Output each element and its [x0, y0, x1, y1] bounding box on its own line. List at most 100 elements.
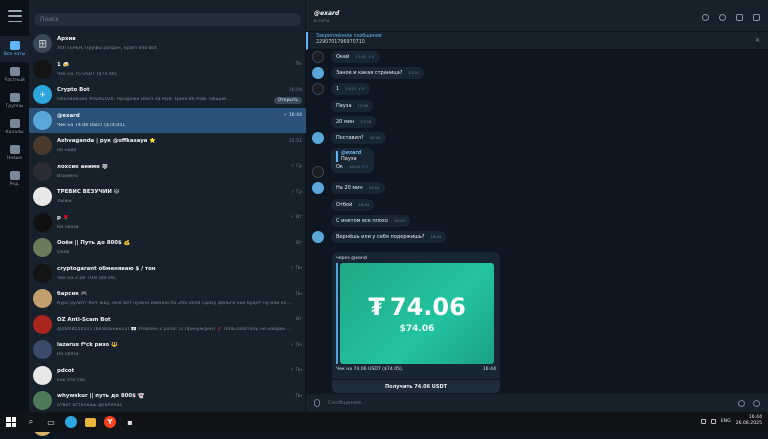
message-input[interactable] — [328, 400, 730, 406]
check-image: ₮ 74.06 $74.06 — [340, 263, 494, 364]
folder-groups[interactable]: Группы — [0, 88, 29, 114]
more-icon[interactable] — [753, 14, 760, 21]
message-time: 13:58 — [358, 103, 369, 108]
reply-quote[interactable]: @exardПауза — [336, 151, 369, 162]
message-time: 13:58 — [360, 119, 371, 124]
chat-list-item[interactable]: барсик 🎮ПнКурс рулит? Кот жду, мне вот н… — [29, 286, 306, 312]
close-icon[interactable]: ✕ — [755, 37, 760, 44]
message-bubble[interactable]: Поставил?16:04 — [331, 132, 386, 144]
avatar — [33, 111, 52, 130]
telegram-app-icon[interactable] — [65, 416, 77, 428]
avatar — [33, 366, 52, 385]
chat-preview: ЛОТТЕРЕЯ, Пруфы раздач, Spam Info Bot — [57, 46, 292, 51]
sender-avatar[interactable] — [312, 182, 324, 194]
message-time: 13:52 — [345, 86, 356, 91]
chat-list-item[interactable]: OZ Anti-Scam BotВт@zam8550111 (вязальник… — [29, 312, 306, 338]
sender-avatar[interactable] — [312, 51, 324, 63]
folder-private[interactable]: Частный — [0, 62, 29, 88]
windows-start-icon[interactable] — [6, 417, 16, 427]
chat-preview: Объявление #0292026. Продажа USDT за RUB… — [57, 97, 292, 102]
header-actions — [702, 14, 760, 21]
search-icon[interactable] — [702, 14, 709, 21]
sender-avatar[interactable] — [312, 231, 324, 243]
chat-time: ✓ Пн — [290, 266, 302, 271]
folder-channels[interactable]: Каналы — [0, 114, 29, 140]
attach-icon[interactable] — [314, 399, 320, 407]
network-icon[interactable] — [701, 419, 706, 424]
check-caption: Чек на 74.06 USDT ($74.05). — [336, 367, 403, 372]
chat-list-item[interactable]: 🗄АрхивЛОТТЕРЕЯ, Пруфы раздач, Spam Info … — [29, 31, 306, 57]
chat-name: lazarus f*ck ризо 🔱 — [57, 342, 118, 348]
chat-header[interactable]: @exard в сети — [306, 0, 768, 32]
person-icon — [10, 67, 20, 76]
check-caption-row: Чек на 74.06 USDT ($74.05). 16:44 — [336, 367, 496, 372]
message-bubble[interactable]: Окей13:45✓✓ — [331, 51, 380, 63]
search-input[interactable] — [40, 16, 301, 23]
claim-check-button[interactable]: Получить 74.06 USDT — [332, 379, 500, 393]
message-bubble[interactable]: Вернёшь или у себя подержишь?16:44 — [331, 231, 446, 243]
chat-list-item[interactable]: cryptogarant обменяваю $ / тон✓ ПнЧек на… — [29, 261, 306, 287]
chat-list-item[interactable]: ✈Crypto Bot16:04Объявление #0292026. Про… — [29, 82, 306, 108]
message-time: 16:44 — [430, 234, 441, 239]
emoji-icon[interactable] — [738, 400, 745, 407]
chat-preview: Чек на 75 USDT ($74.46). — [57, 72, 292, 77]
sender-avatar[interactable] — [312, 67, 324, 79]
sender-avatar[interactable] — [312, 166, 324, 178]
microphone-icon[interactable] — [753, 400, 760, 407]
volume-icon[interactable] — [711, 419, 716, 424]
chat-time: Вт — [296, 317, 302, 322]
chat-name: Архив — [57, 36, 76, 42]
message-bubble[interactable]: @exardПаузаОк16:04✓✓ — [331, 148, 374, 173]
chat-list-item[interactable]: pdcot✓ Пнкак это так — [29, 363, 306, 389]
avatar — [33, 264, 52, 283]
search-box[interactable] — [34, 13, 301, 26]
search-icon[interactable]: ⌕ — [25, 416, 37, 428]
pinned-label: Закреплённое сообщение — [316, 34, 760, 39]
chat-list-item[interactable]: Ооён || Путь до 800$ 💰ВтОкей — [29, 235, 306, 261]
chat-list-item[interactable]: 1 🍻ПнЧек на 75 USDT ($74.46). — [29, 57, 306, 83]
phone-icon[interactable] — [719, 14, 726, 21]
menu-icon[interactable] — [8, 10, 22, 22]
chat-list-item[interactable]: Ashvaganda | рук @offkasaya ⭐15:51не над… — [29, 133, 306, 159]
chat-list-item[interactable]: ТРЕВИС ВЕЗУЧИЙ 🐱✓ ГрЛыжи — [29, 184, 306, 210]
check-preview[interactable]: ₮ 74.06 $74.06 — [336, 263, 494, 364]
file-explorer-icon[interactable] — [85, 418, 96, 427]
via-bot-label[interactable]: через @send — [336, 256, 496, 261]
clock[interactable]: 16:44 26.08.2025 — [736, 415, 762, 427]
folder-all-chats[interactable]: Все чаты — [0, 36, 29, 62]
sidebar-toggle-icon[interactable] — [736, 14, 743, 21]
pinned-message-bar[interactable]: Закреплённое сообщение 2290701796970710 … — [306, 32, 768, 50]
check-amount: ₮ 74.06 — [368, 293, 466, 321]
folder-new[interactable]: Новые — [0, 140, 29, 166]
message-text: На 20 мин — [336, 185, 363, 191]
chat-name: cryptogarant обменяваю $ / тон — [57, 266, 156, 272]
chat-list-item[interactable]: @exard✓ 16:44Чек на 74.06 USDT ($74.05). — [29, 108, 306, 134]
yandex-browser-icon[interactable]: Y — [104, 416, 116, 428]
sender-avatar[interactable] — [312, 132, 324, 144]
windows-taskbar: ⌕ ▭ Y ▪ ENG 16:44 26.08.2025 — [0, 412, 768, 432]
language-indicator[interactable]: ENG — [721, 419, 731, 424]
message-bubble[interactable]: Отбой16:44 — [331, 199, 374, 211]
folder-edit[interactable]: Ред. — [0, 166, 29, 192]
chat-list-item[interactable]: лохсик аниме 🐺✓ ГрВзаимно — [29, 159, 306, 185]
message-bubble[interactable]: Пауза13:58 — [331, 100, 373, 112]
chat-status: в сети — [314, 19, 760, 24]
message-text: Заное и какая страница? — [336, 70, 402, 76]
message-bubble[interactable]: С инетом все плохо16:44 — [331, 215, 410, 227]
app-icon[interactable]: ▪ — [124, 416, 136, 428]
folder-rail: Все чаты Частный Группы Каналы Новые Ред… — [0, 0, 29, 412]
open-app-button[interactable]: Открыть — [274, 97, 302, 104]
message-text: С инетом все плохо — [336, 218, 388, 224]
chat-list-item[interactable]: lazarus f*ck ризо 🔱✓ ПнНа связи — [29, 337, 306, 363]
task-view-icon[interactable]: ▭ — [45, 416, 57, 428]
chat-title: @exard — [314, 10, 760, 17]
chat-list-item[interactable]: р 🌹✓ ВтНа связи — [29, 210, 306, 236]
sender-avatar[interactable] — [312, 83, 324, 95]
chat-list-item[interactable]: whywskur || путь до 800$ 👻Пнответ остане… — [29, 388, 306, 414]
message-bubble[interactable]: Заное и какая страница?13:51 — [331, 67, 424, 79]
message-bubble[interactable]: На 20 мин16:04 — [331, 182, 385, 194]
message-bubble[interactable]: 20 мин13:58 — [331, 116, 376, 128]
message-bubble[interactable]: 113:52✓✓ — [331, 83, 370, 95]
chat-preview: @zam8550111 (вязальник22) 👀 Уязвлен 2 ра… — [57, 327, 292, 332]
message-history[interactable]: через @send ₮ 74.06 $74.06 Чек на 74.06 … — [306, 51, 768, 394]
